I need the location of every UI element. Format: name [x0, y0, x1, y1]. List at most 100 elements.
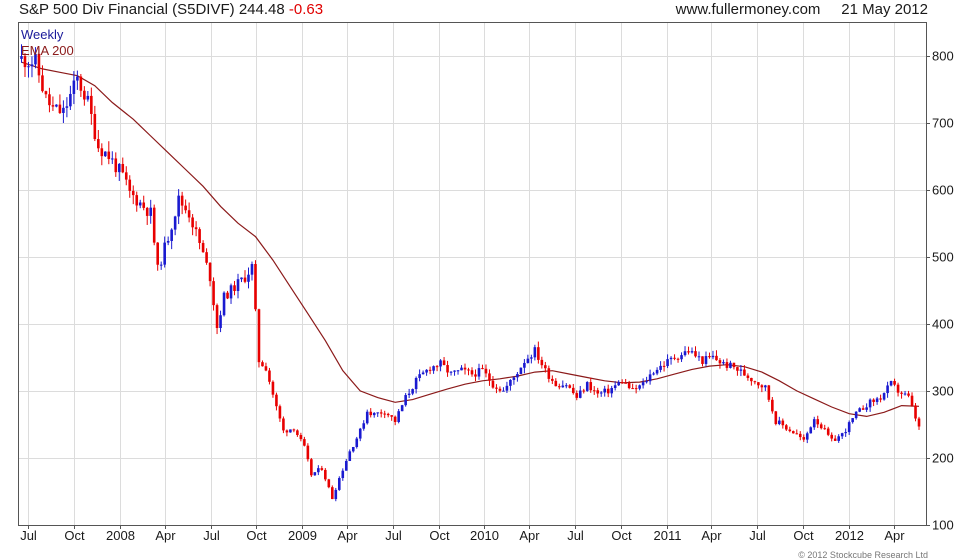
candle-body	[648, 374, 652, 382]
candle	[774, 410, 778, 426]
candle	[152, 204, 156, 246]
candle	[798, 431, 802, 441]
candle	[383, 410, 386, 419]
candle	[156, 242, 159, 271]
candle	[711, 350, 715, 360]
candle	[362, 420, 366, 431]
copyright-notice: © 2012 Stockcube Research Ltd	[798, 550, 928, 560]
candle	[638, 384, 641, 391]
candle	[435, 365, 439, 372]
candle	[428, 366, 432, 375]
candle	[282, 416, 285, 434]
candle-body	[428, 369, 432, 371]
candle-body	[149, 207, 153, 216]
candle-body	[72, 80, 76, 94]
candle-body	[816, 419, 820, 425]
candle	[404, 393, 407, 407]
candle	[680, 352, 683, 362]
candle-body	[229, 285, 233, 299]
candle-body	[715, 355, 718, 361]
candle	[306, 443, 310, 462]
candle	[868, 398, 872, 412]
candle-body	[757, 382, 760, 386]
candle-body	[652, 373, 655, 375]
candle	[48, 87, 51, 113]
candle	[229, 283, 233, 304]
x-tick-label: Jul	[20, 528, 37, 543]
candle	[858, 407, 861, 413]
candle	[69, 85, 72, 111]
candle	[393, 415, 397, 426]
ema-200-line	[21, 61, 920, 418]
candle	[753, 380, 757, 385]
candle-body	[669, 357, 673, 360]
candle	[844, 428, 847, 437]
candle-body	[386, 413, 390, 416]
candle	[100, 143, 104, 166]
candle	[390, 415, 393, 421]
candle	[865, 403, 868, 413]
candle-body	[292, 429, 296, 431]
candle-body	[128, 179, 132, 191]
candle	[617, 380, 620, 386]
candle-body	[264, 366, 268, 371]
candle-body	[893, 380, 896, 385]
candle-body	[351, 447, 355, 452]
candle-body	[558, 386, 561, 388]
x-axis: Jul Oct 2008 Apr Jul Oct 2009 Apr Jul Oct 2010 Apr J…	[20, 525, 905, 543]
candle	[474, 369, 477, 382]
candle-body	[746, 375, 750, 378]
candle	[414, 376, 418, 394]
candle-body	[205, 252, 208, 263]
x-tick-label: Jul	[567, 528, 584, 543]
candle	[578, 385, 582, 399]
candle-body	[331, 487, 334, 500]
candle	[289, 429, 292, 433]
candle-body	[296, 430, 299, 436]
x-tick-label: 2012	[835, 528, 864, 543]
candle	[729, 360, 732, 369]
candle	[386, 412, 390, 418]
candle	[460, 365, 463, 371]
candle	[205, 248, 208, 265]
candle	[337, 476, 341, 491]
candle	[917, 416, 921, 430]
candle	[694, 346, 697, 358]
candle-body	[117, 163, 121, 173]
x-tick-label: Apr	[519, 528, 540, 543]
candle	[830, 432, 834, 442]
candle-body	[254, 264, 257, 310]
candle	[568, 384, 572, 389]
candle-body	[449, 371, 453, 373]
candle	[432, 365, 435, 374]
candle	[138, 199, 142, 209]
candle-body	[257, 309, 261, 363]
candle	[104, 151, 107, 157]
candle-body	[785, 425, 788, 430]
y-tick-label: 300	[932, 384, 954, 399]
candle	[540, 356, 544, 369]
candle	[240, 277, 243, 283]
candle	[44, 90, 48, 99]
candle-body	[561, 385, 565, 388]
x-tick-label: Oct	[793, 528, 814, 543]
candle-body	[627, 382, 631, 389]
candle-body	[617, 382, 620, 386]
candle-body	[743, 369, 746, 376]
candle	[547, 365, 551, 383]
candle	[750, 377, 753, 386]
candle	[376, 412, 380, 417]
candle-body	[271, 381, 275, 395]
candle-body	[442, 360, 446, 366]
candle	[191, 214, 194, 236]
candle-body	[397, 411, 400, 422]
candle-body	[467, 369, 470, 371]
candle	[247, 267, 250, 289]
candle	[823, 424, 827, 430]
candle	[519, 367, 523, 375]
candle	[90, 87, 93, 125]
candle	[194, 221, 198, 237]
candle	[872, 398, 875, 407]
candle	[652, 371, 655, 376]
candle	[589, 377, 593, 393]
